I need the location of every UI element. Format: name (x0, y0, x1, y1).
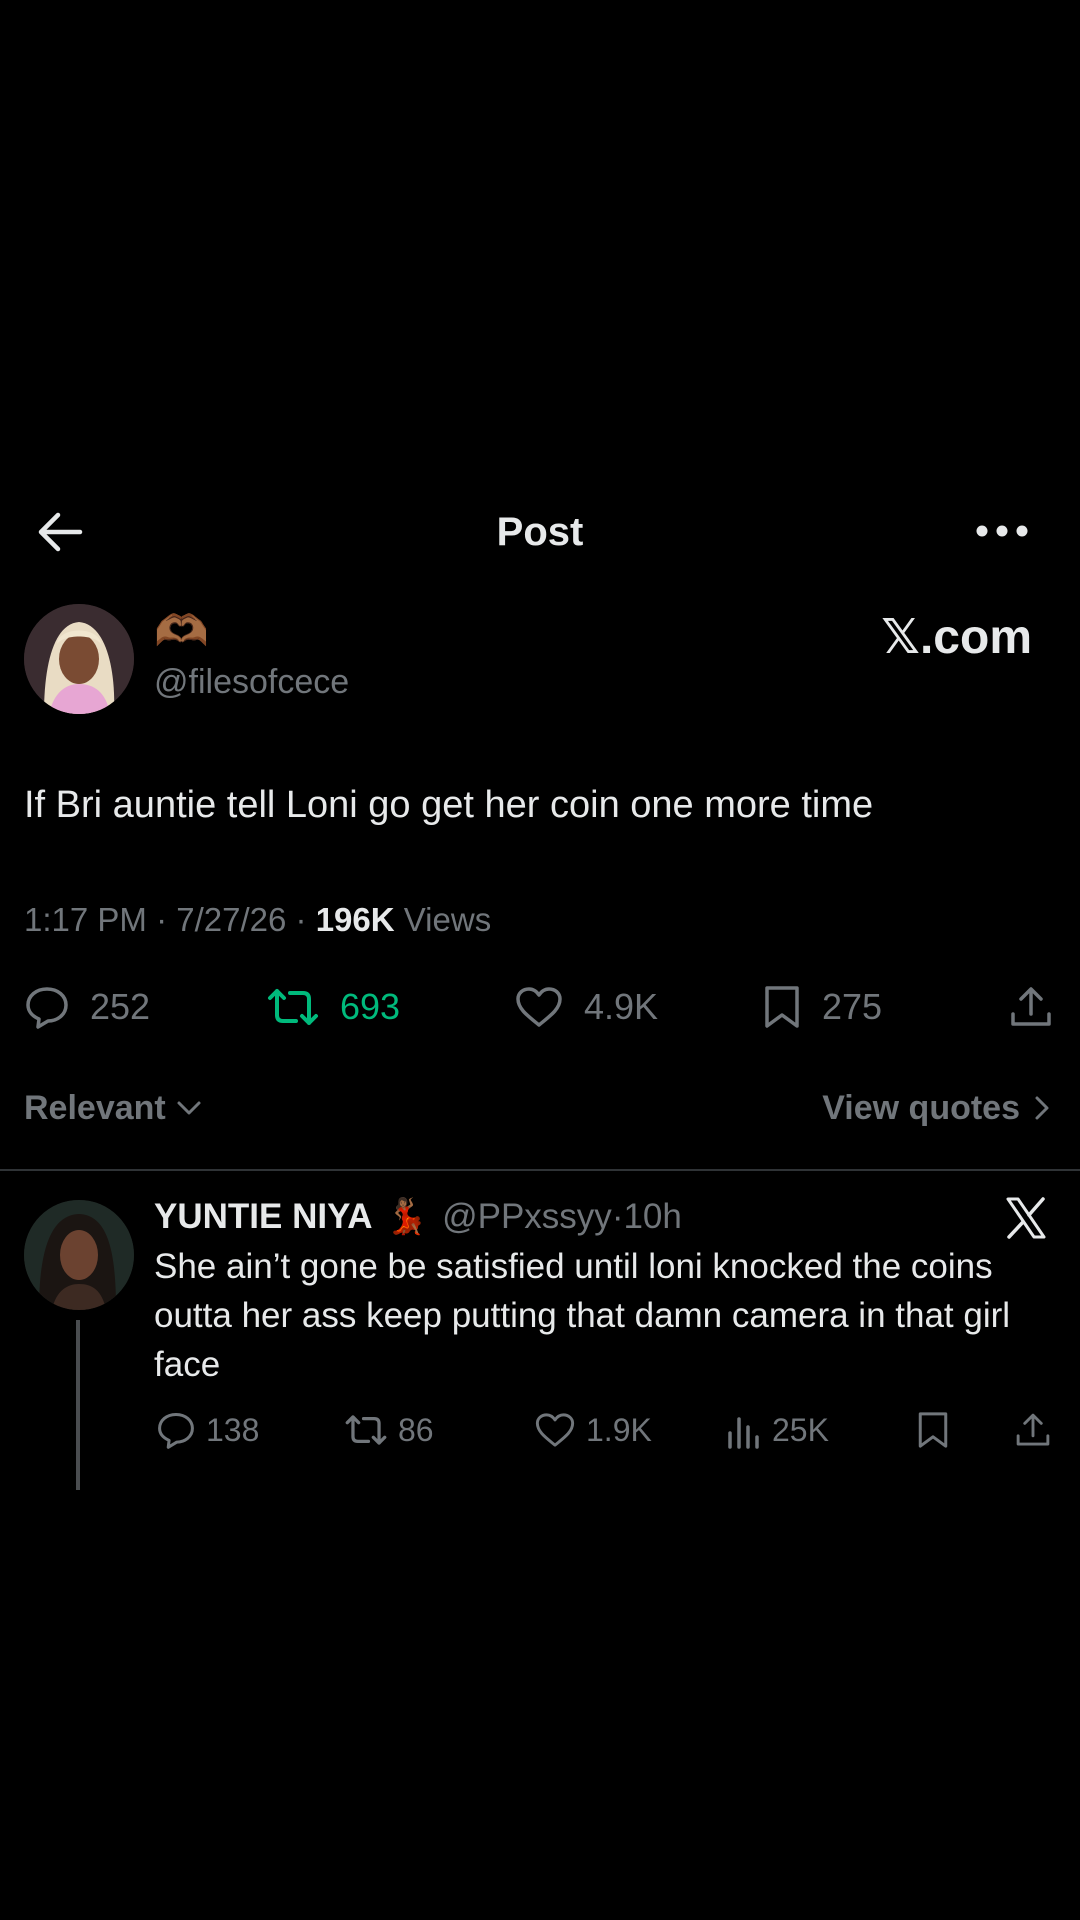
reply-like-button[interactable]: 1.9K (534, 1402, 652, 1458)
chevron-right-icon (1035, 1096, 1049, 1120)
like-button[interactable]: 4.9K (514, 975, 658, 1039)
share-icon (1016, 1413, 1050, 1446)
repost-icon (268, 989, 318, 1025)
reply-views-button[interactable]: 25K (726, 1402, 829, 1458)
avatar-image (24, 604, 134, 714)
reply-text: She ain’t gone be satisfied until loni k… (154, 1247, 1011, 1384)
more-button[interactable] (976, 518, 1028, 544)
reply-count: 252 (90, 986, 151, 1027)
reply-like-count: 1.9K (586, 1411, 652, 1448)
sort-dropdown[interactable]: Relevant (24, 1080, 202, 1136)
view-quotes-label: View quotes (822, 1089, 1020, 1127)
reply-button[interactable]: 252 (24, 975, 150, 1039)
post-text: If Bri auntie tell Loni go get her coin … (24, 784, 874, 826)
like-icon (535, 1413, 575, 1447)
bookmark-count: 275 (822, 986, 883, 1027)
author-name[interactable]: 🫶🏾 (154, 608, 209, 656)
reply-views-count: 25K (772, 1411, 829, 1448)
reply-author-name[interactable]: YUNTIE NIYA (154, 1193, 372, 1241)
reply-name-emoji: 💃🏾 (384, 1197, 429, 1236)
share-button[interactable] (1008, 975, 1054, 1039)
reply-bookmark-button[interactable] (916, 1402, 950, 1458)
x-logo-icon (1002, 1194, 1050, 1242)
reply-icon (158, 1412, 194, 1449)
meta-separator: · (156, 901, 177, 938)
more-icon (976, 525, 1028, 537)
reply-action-bar: 138 86 1.9K 25K (0, 1402, 1080, 1458)
avatar-image (24, 1200, 134, 1310)
bookmark-icon (765, 986, 799, 1028)
views-count[interactable]: 196K (316, 901, 395, 938)
reply-repost-button[interactable]: 86 (344, 1402, 434, 1458)
meta-separator: · (611, 1197, 624, 1236)
like-icon (516, 987, 562, 1027)
share-icon (1011, 987, 1051, 1026)
screen: Post 🫶🏾 @filesofcece 𝕏.com If Bri auntie… (0, 0, 1080, 1920)
post-action-bar: 252 693 4.9K 275 (0, 975, 1080, 1039)
sort-label: Relevant (24, 1089, 166, 1127)
meta-separator: · (295, 901, 316, 938)
reply-time: 10h (623, 1197, 682, 1236)
post-date: 7/27/26 (176, 901, 287, 938)
post-time: 1:17 PM (24, 901, 147, 938)
post-meta: 1:17 PM · 7/27/26 · 196K Views (24, 897, 491, 943)
author-avatar[interactable] (24, 604, 134, 714)
reply-reply-count: 138 (206, 1411, 260, 1448)
reply-avatar[interactable] (24, 1200, 134, 1310)
view-quotes-link[interactable]: View quotes (822, 1080, 1050, 1136)
repost-icon (345, 1415, 387, 1445)
replies-sort-row: Relevant View quotes (0, 1080, 1080, 1136)
reply-repost-count: 86 (398, 1411, 434, 1448)
reply-share-button[interactable] (1014, 1402, 1052, 1458)
bookmark-icon (918, 1412, 948, 1448)
bookmark-button[interactable]: 275 (762, 975, 882, 1039)
reply-icon (26, 987, 68, 1029)
reply-header: YUNTIE NIYA 💃🏾 @PPxssyy · 10h (154, 1193, 682, 1241)
chevron-down-icon (177, 1101, 201, 1115)
views-label: Views (403, 901, 492, 938)
reply-author-handle[interactable]: @PPxssyy (442, 1193, 612, 1241)
author-handle[interactable]: @filesofcece (154, 660, 349, 704)
top-bar: Post (0, 500, 1080, 562)
watermark-logo: 𝕏.com (881, 611, 1032, 664)
divider (0, 1169, 1080, 1171)
repost-button[interactable]: 693 (266, 975, 400, 1039)
like-count: 4.9K (584, 986, 659, 1027)
analytics-icon (728, 1417, 759, 1449)
repost-count: 693 (340, 986, 401, 1027)
page-title: Post (496, 510, 584, 554)
reply-reply-button[interactable]: 138 (156, 1402, 259, 1458)
